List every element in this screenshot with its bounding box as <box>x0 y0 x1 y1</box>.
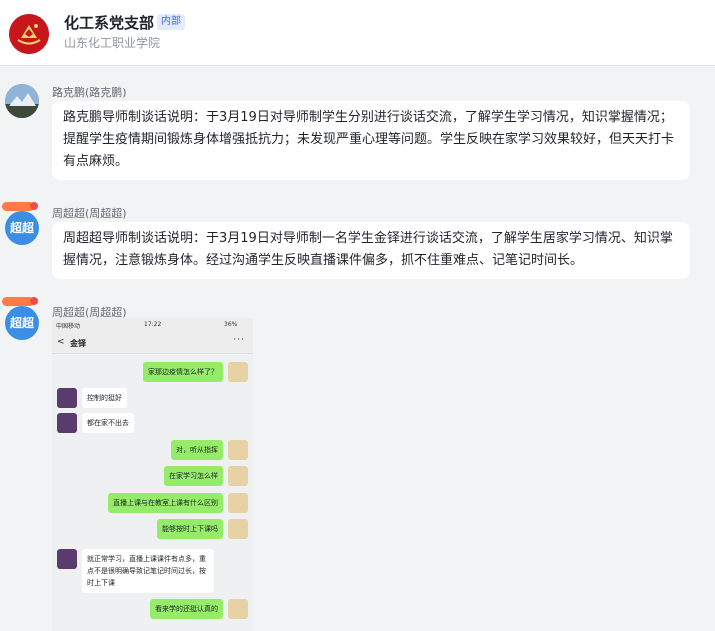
notification-dot <box>30 297 38 305</box>
group-title: 化工系党支部 <box>64 14 155 32</box>
avatar[interactable]: 超超 <box>5 211 39 245</box>
sender-name: 路克鹏(路克鹏) <box>52 86 127 99</box>
battery-level: 36% <box>224 321 238 328</box>
phone-nav-bar: < 金铎 ··· <box>52 332 253 354</box>
phone-status-bar: 中国移动 17:22 36% <box>52 318 253 332</box>
status-time: 17:22 <box>144 321 162 328</box>
phone-chat-bubble: 能够按时上下课吗 <box>157 519 223 539</box>
avatar[interactable]: 超超 <box>5 306 39 340</box>
phone-chat-bubble: 对，听从指挥 <box>171 440 223 460</box>
avatar <box>57 388 77 408</box>
phone-chat-bubble: 控制的挺好 <box>82 388 127 408</box>
avatar <box>228 466 248 486</box>
chat-screenshot-image[interactable]: 中国移动 17:22 36% < 金铎 ··· 家那边疫情怎么样了？ 控制的挺好都… <box>52 318 253 631</box>
avatar <box>228 599 248 619</box>
avatar[interactable] <box>5 84 39 118</box>
avatar <box>228 519 248 539</box>
message-bubble[interactable]: 周超超导师制谈话说明：于3月19日对导师制一名学生金铎进行谈话交流，了解学生居家… <box>52 222 690 279</box>
avatar <box>228 440 248 460</box>
sender-name: 周超超(周超超) <box>52 207 127 220</box>
avatar <box>57 549 77 569</box>
organization-name: 山东化工职业学院 <box>64 36 161 50</box>
phone-chat-bubble: 就正常学习，直播上课课件有点多，重点不是很明确导致记笔记时间过长，按时上下课 <box>82 549 214 593</box>
carrier-label: 中国移动 <box>56 323 81 330</box>
back-arrow-icon: < <box>57 337 65 347</box>
phone-chat-bubble: 在家学习怎么样 <box>164 466 223 486</box>
internal-badge: 内部 <box>157 14 185 30</box>
phone-chat-bubble: 都在家不出去 <box>82 413 134 433</box>
phone-chat-bubble: 直播上课与在教室上课有什么区别 <box>108 493 223 513</box>
contact-name: 金铎 <box>70 339 86 348</box>
notification-dot <box>30 202 38 210</box>
phone-chat-bubble: 家那边疫情怎么样了？ <box>143 362 223 382</box>
message-bubble[interactable]: 路克鹏导师制谈话说明：于3月19日对导师制学生分别进行谈话交流，了解学生学习情况… <box>52 101 690 180</box>
avatar <box>228 493 248 513</box>
chat-header: 化工系党支部 内部 山东化工职业学院 <box>0 0 715 66</box>
party-emblem-icon <box>9 14 49 54</box>
avatar <box>57 413 77 433</box>
more-icon: ··· <box>233 335 245 345</box>
phone-chat-bubble: 看来学的还挺认真的 <box>150 599 223 619</box>
avatar <box>228 362 248 382</box>
